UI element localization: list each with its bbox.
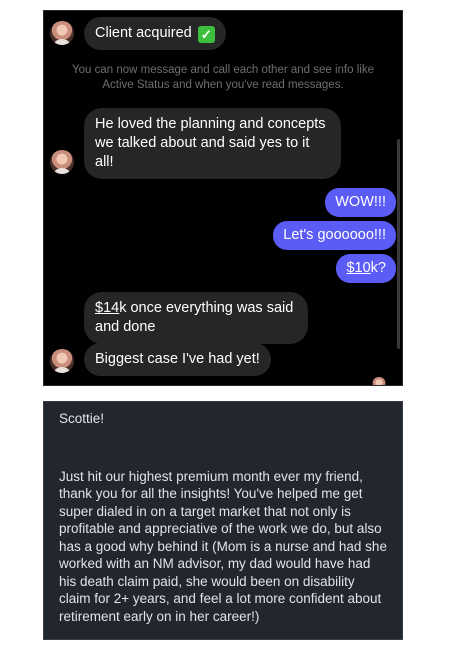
scrollbar[interactable] <box>397 139 400 349</box>
message-text: Client acquired <box>95 25 192 41</box>
amount-link[interactable]: $10 <box>346 260 370 276</box>
text-message-card: Scottie! Just hit our highest premium mo… <box>43 401 403 640</box>
contact-avatar[interactable] <box>50 349 74 373</box>
outgoing-message-1[interactable]: WOW!!! <box>325 188 396 217</box>
outgoing-message-3[interactable]: $10k? <box>336 254 396 283</box>
message-body: Just hit our highest premium month ever … <box>59 468 387 624</box>
outgoing-message-2[interactable]: Let's goooooo!!! <box>273 221 396 250</box>
amount-link[interactable]: $14 <box>95 300 119 316</box>
message-text: k? <box>370 260 386 276</box>
message-text: WOW!!! <box>335 194 386 210</box>
message-text: Let's goooooo!!! <box>283 227 386 243</box>
incoming-message-3[interactable]: $14k once everything was said and done <box>84 292 308 344</box>
message-greeting: Scottie! <box>59 411 105 426</box>
contact-avatar[interactable] <box>50 150 74 174</box>
incoming-message-2[interactable]: He loved the planning and concepts we ta… <box>84 108 341 179</box>
message-text: k once everything was said and done <box>95 300 294 335</box>
contact-avatar[interactable] <box>50 21 74 45</box>
chat-thread: Client acquired ✓ You can now message an… <box>43 10 403 386</box>
message-text: He loved the planning and concepts we ta… <box>95 116 326 170</box>
system-notice: You can now message and call each other … <box>72 64 374 91</box>
incoming-message-4[interactable]: Biggest case I've had yet! <box>84 343 271 376</box>
check-mark-icon: ✓ <box>197 26 215 43</box>
message-text: Biggest case I've had yet! <box>95 351 260 367</box>
incoming-message-1[interactable]: Client acquired ✓ <box>84 17 226 50</box>
seen-avatar <box>372 377 386 385</box>
